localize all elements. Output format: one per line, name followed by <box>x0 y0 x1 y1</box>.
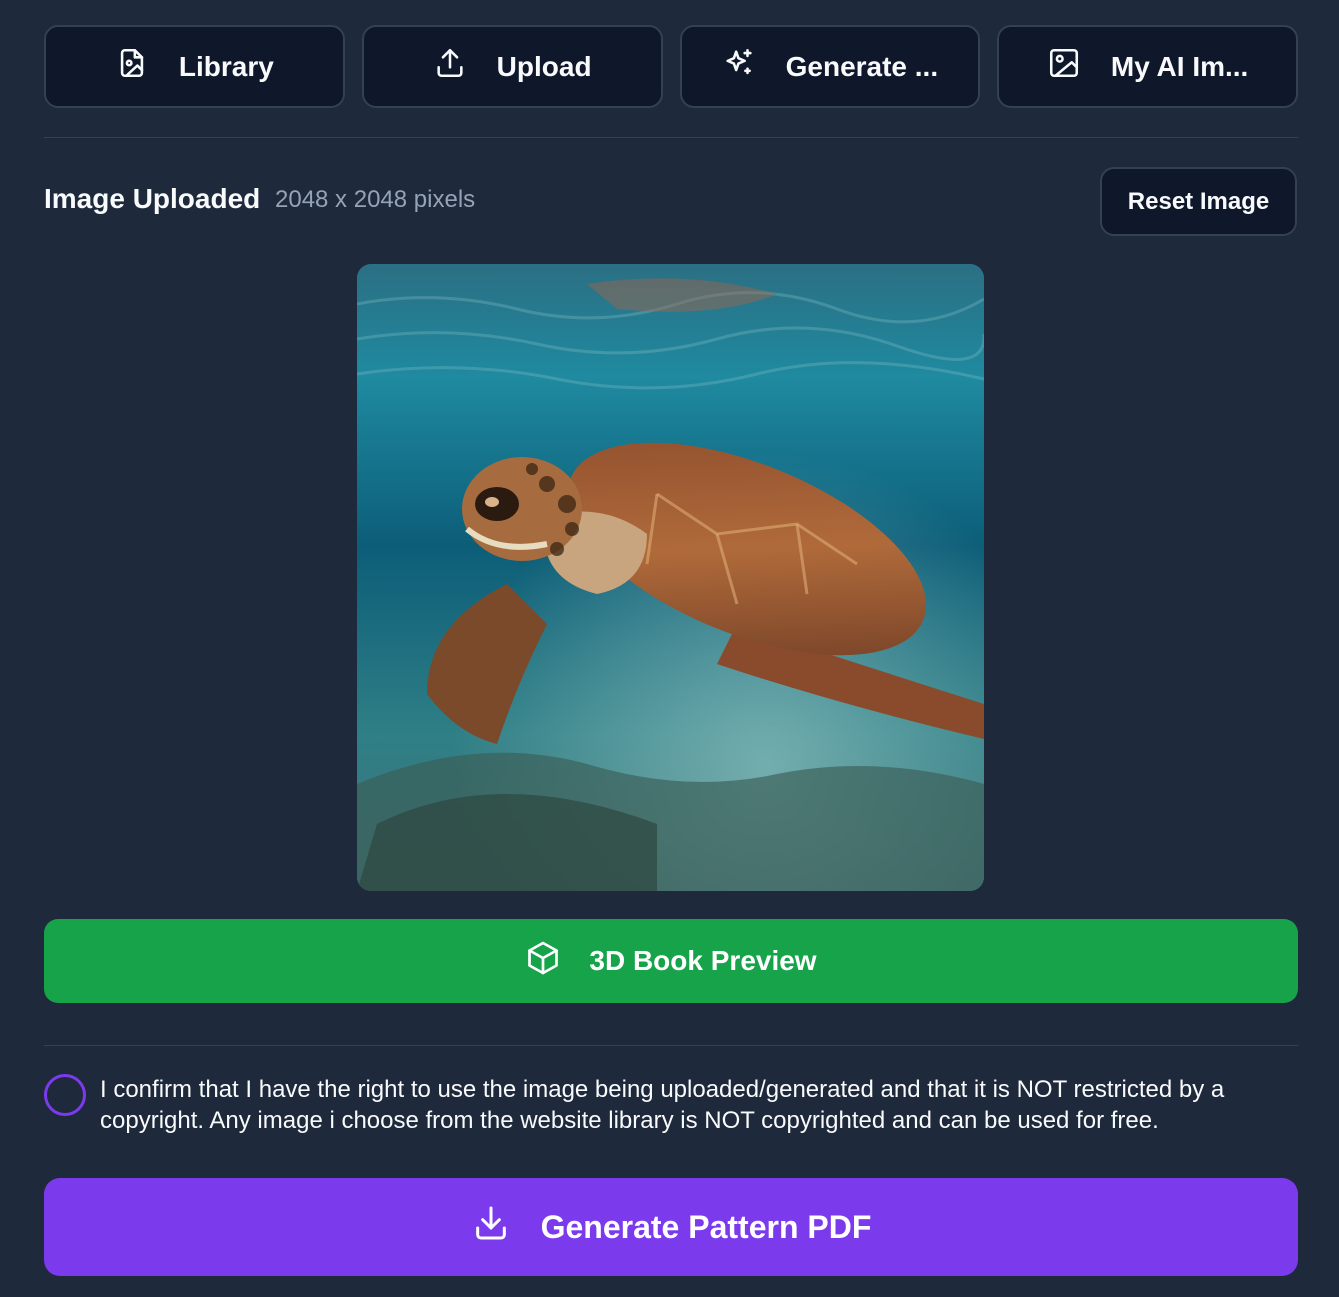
file-image-icon <box>115 46 149 87</box>
middle-divider <box>44 1045 1298 1046</box>
3d-book-preview-button[interactable]: 3D Book Preview <box>44 919 1298 1003</box>
tab-generate[interactable]: Generate ... <box>679 25 981 108</box>
reset-image-button[interactable]: Reset Image <box>1100 167 1297 236</box>
cube-icon <box>525 940 561 983</box>
page: Library Upload Generate ... My AI Im... … <box>0 0 1339 1297</box>
tab-generate-label: Generate ... <box>785 50 939 82</box>
page-title: Image Uploaded <box>44 183 261 214</box>
tab-library-label: Library <box>178 50 274 82</box>
tab-library[interactable]: Library <box>44 25 345 108</box>
tab-my-ai-images-label: My AI Im... <box>1110 50 1249 82</box>
copyright-confirm-text: I confirm that I have the right to use t… <box>100 1076 1225 1134</box>
sparkles-icon <box>722 46 756 87</box>
image-icon <box>1047 46 1081 87</box>
3d-book-preview-label: 3D Book Preview <box>589 945 817 976</box>
tab-my-ai-images[interactable]: My AI Im... <box>997 25 1298 108</box>
download-icon <box>471 1203 511 1251</box>
upload-icon <box>433 46 467 87</box>
generate-pattern-pdf-button[interactable]: Generate Pattern PDF <box>44 1178 1298 1276</box>
uploaded-image <box>357 264 984 891</box>
tab-upload[interactable]: Upload <box>361 25 663 108</box>
source-tabs: Library Upload Generate ... My AI Im... <box>44 25 1298 108</box>
copyright-confirm-checkbox[interactable] <box>44 1074 86 1116</box>
generate-pattern-pdf-label: Generate Pattern PDF <box>540 1208 872 1245</box>
top-divider <box>44 137 1298 138</box>
tab-upload-label: Upload <box>496 50 592 82</box>
image-dimensions: 2048 x 2048 pixels <box>275 186 476 213</box>
